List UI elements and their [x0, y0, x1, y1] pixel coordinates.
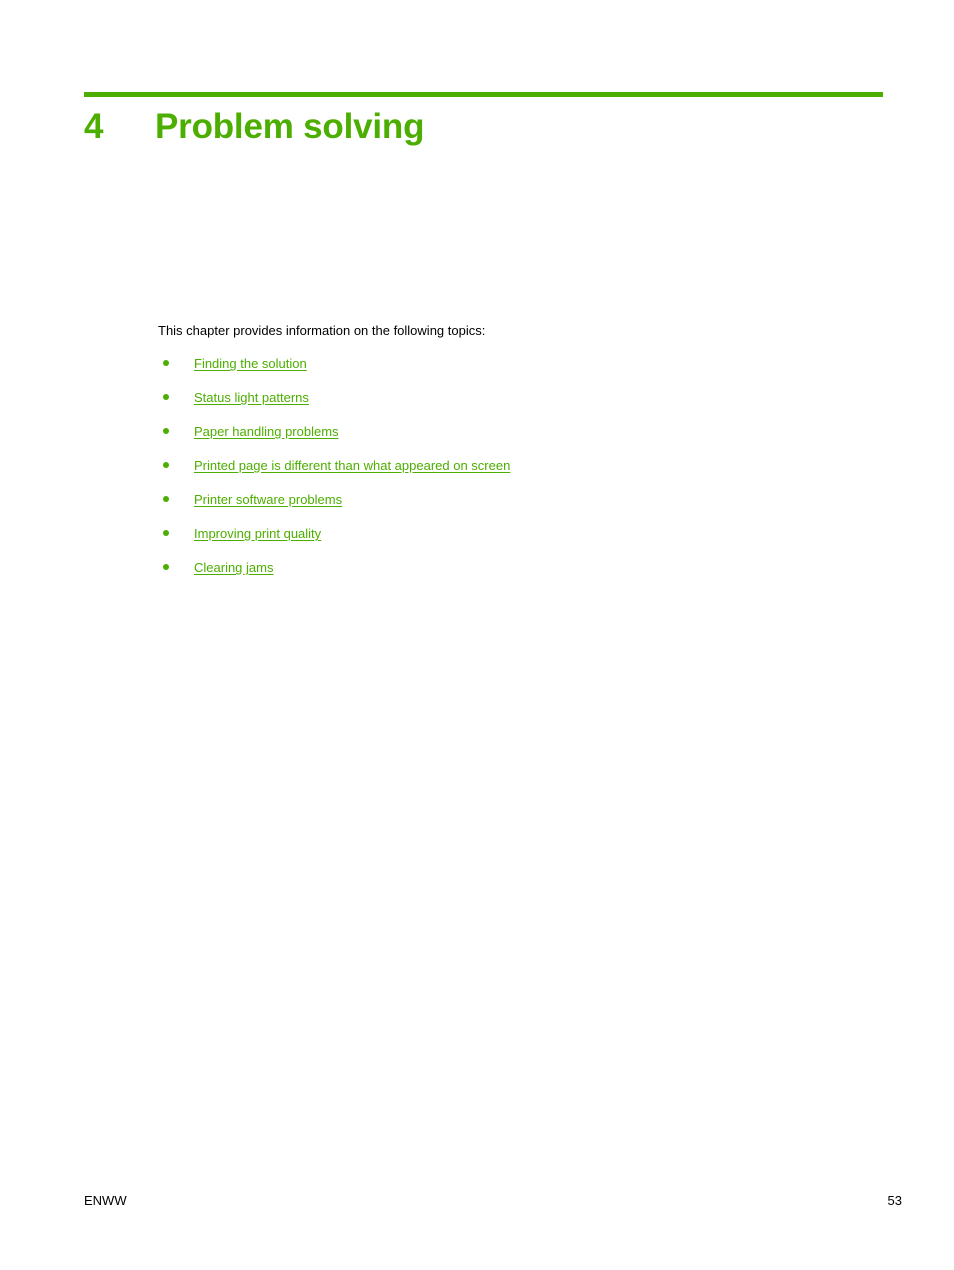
- bullet-icon: [163, 530, 169, 536]
- horizontal-rule-icon: [84, 92, 883, 97]
- list-item: Clearing jams: [158, 559, 858, 593]
- bullet-icon: [163, 496, 169, 502]
- chapter-title-row: 4 Problem solving: [84, 106, 883, 148]
- topic-link-clearing-jams[interactable]: Clearing jams: [194, 560, 273, 575]
- chapter-body: This chapter provides information on the…: [158, 322, 858, 593]
- bullet-icon: [163, 462, 169, 468]
- topic-link-list: Finding the solution Status light patter…: [158, 355, 858, 593]
- bullet-icon: [163, 360, 169, 366]
- list-item: Finding the solution: [158, 355, 858, 389]
- page-title: Problem solving: [155, 107, 425, 146]
- topic-link-finding-the-solution[interactable]: Finding the solution: [194, 356, 307, 371]
- chapter-number: 4: [84, 107, 104, 146]
- page-number: 53: [887, 1193, 902, 1208]
- list-item: Printer software problems: [158, 491, 858, 525]
- topic-link-printer-software-problems[interactable]: Printer software problems: [194, 492, 342, 507]
- topic-link-printed-page-is-different[interactable]: Printed page is different than what appe…: [194, 458, 510, 473]
- topic-link-paper-handling-problems[interactable]: Paper handling problems: [194, 424, 339, 439]
- intro-paragraph: This chapter provides information on the…: [158, 323, 486, 338]
- list-item: Improving print quality: [158, 525, 858, 559]
- topic-link-status-light-patterns[interactable]: Status light patterns: [194, 390, 309, 405]
- chapter-header: 4 Problem solving: [84, 92, 883, 148]
- list-item: Printed page is different than what appe…: [158, 457, 858, 491]
- document-page: 4 Problem solving This chapter provides …: [0, 0, 954, 1270]
- bullet-icon: [163, 564, 169, 570]
- footer-language-code: ENWW: [84, 1193, 127, 1208]
- bullet-icon: [163, 428, 169, 434]
- list-item: Status light patterns: [158, 389, 858, 423]
- list-item: Paper handling problems: [158, 423, 858, 457]
- bullet-icon: [163, 394, 169, 400]
- topic-link-improving-print-quality[interactable]: Improving print quality: [194, 526, 321, 541]
- page-footer: ENWW 53: [84, 1193, 902, 1208]
